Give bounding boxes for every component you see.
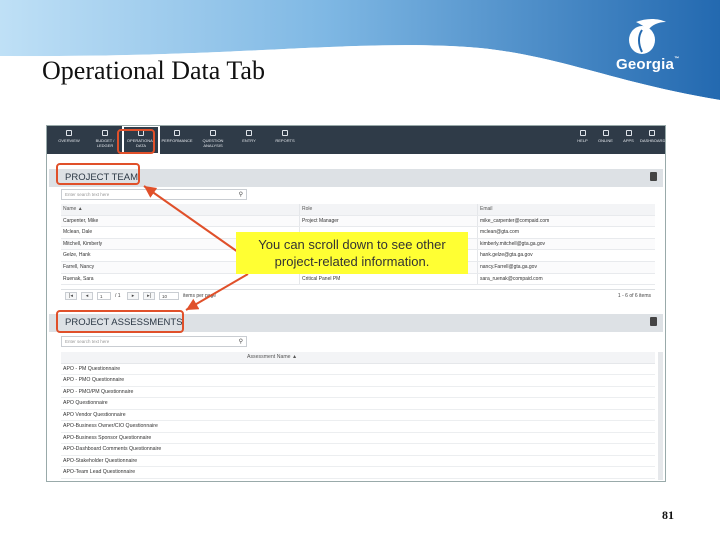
scroll-tip-callout: You can scroll down to see other project… — [236, 232, 468, 274]
page-number: 81 — [662, 508, 674, 522]
